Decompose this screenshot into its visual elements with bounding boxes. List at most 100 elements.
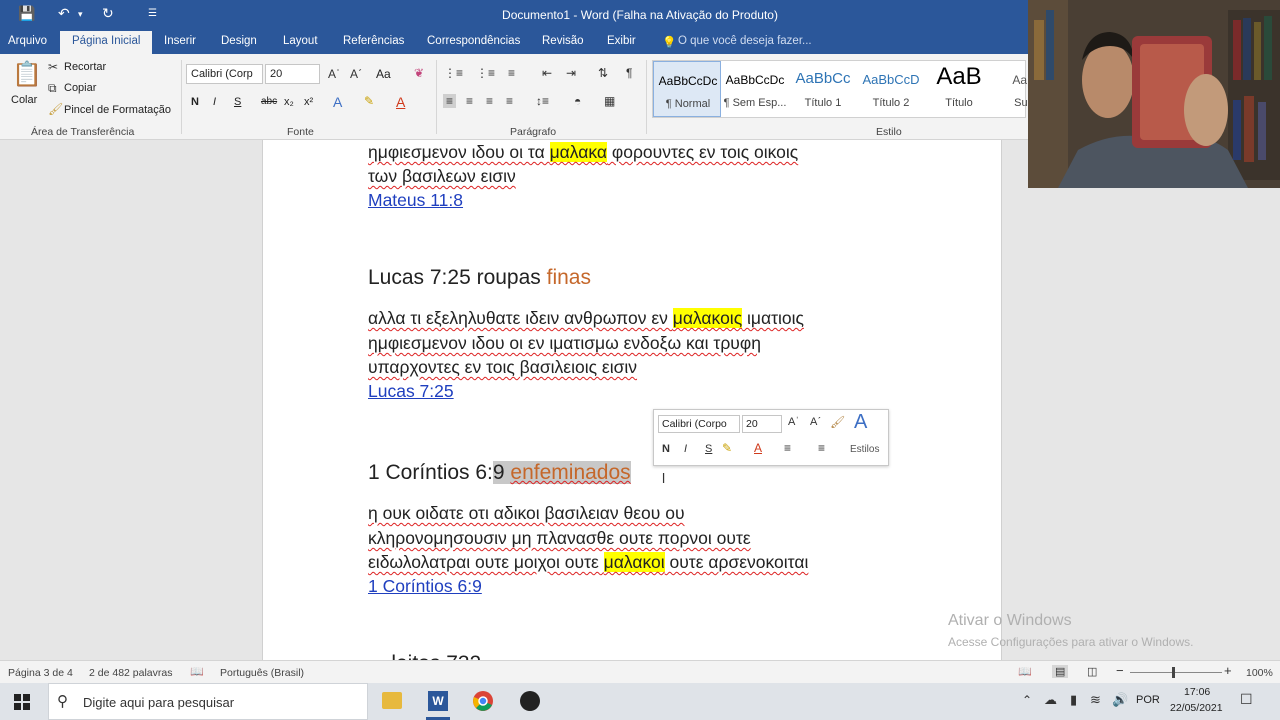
- clock-date[interactable]: 22/05/2021: [1170, 702, 1223, 714]
- section-heading: 1 Coríntios 6:9 enfeminados: [368, 461, 631, 485]
- scissors-icon[interactable]: ✂: [48, 60, 58, 74]
- bullets-icon[interactable]: ⋮≡: [444, 66, 463, 80]
- subscript-button[interactable]: x₂: [284, 96, 294, 108]
- font-name-box[interactable]: Calibri (Corp: [186, 64, 263, 84]
- tab-design[interactable]: Design: [221, 35, 257, 47]
- zoom-out-icon[interactable]: −: [1116, 663, 1124, 678]
- superscript-button[interactable]: x²: [304, 96, 313, 108]
- tab-arquivo[interactable]: Arquivo: [8, 35, 47, 47]
- format-painter-icon[interactable]: 🖌: [830, 415, 845, 429]
- wifi-icon[interactable]: ≋: [1090, 692, 1101, 708]
- print-layout-icon[interactable]: ▤: [1052, 665, 1069, 678]
- mini-size-box[interactable]: 20: [742, 415, 782, 433]
- increase-indent-icon[interactable]: ⇥: [566, 66, 576, 80]
- font-color-icon[interactable]: A: [754, 441, 762, 455]
- document-page[interactable]: ημφιεσμενον ιδου οι τα μαλακα φορουντες …: [262, 140, 1002, 660]
- tab-layout[interactable]: Layout: [283, 35, 318, 47]
- style-heading-1[interactable]: AaBbCc Título 1: [789, 61, 857, 117]
- tab-revisao[interactable]: Revisão: [542, 35, 584, 47]
- numbering-icon[interactable]: ≡: [818, 441, 825, 455]
- borders-icon[interactable]: ▦: [604, 94, 615, 108]
- bullets-icon[interactable]: ≡: [784, 441, 791, 455]
- tab-inserir[interactable]: Inserir: [164, 35, 196, 47]
- align-center-icon[interactable]: ≡: [466, 94, 473, 108]
- italic-button[interactable]: I: [213, 96, 216, 108]
- windows-start-icon[interactable]: [14, 694, 30, 710]
- decrease-indent-icon[interactable]: ⇤: [542, 66, 552, 80]
- underline-icon[interactable]: S: [705, 443, 712, 455]
- shrink-font-icon[interactable]: Aˊ: [810, 416, 821, 428]
- justify-icon[interactable]: ≡: [506, 94, 513, 108]
- change-case-button[interactable]: Aa: [376, 67, 391, 81]
- tell-me-field[interactable]: O que você deseja fazer...: [678, 35, 812, 47]
- clock-time[interactable]: 17:06: [1184, 686, 1210, 698]
- italic-icon[interactable]: I: [684, 443, 687, 455]
- style-title[interactable]: AaB Título: [925, 61, 993, 117]
- paste-button[interactable]: Colar: [11, 94, 37, 106]
- brush-icon[interactable]: 🖌: [48, 102, 63, 116]
- battery-icon[interactable]: ▮: [1070, 692, 1077, 708]
- reference-link[interactable]: 1 Coríntios 6:9: [368, 576, 482, 597]
- text-effects-icon[interactable]: A: [333, 94, 342, 110]
- web-layout-icon[interactable]: ◫: [1087, 665, 1097, 678]
- zoom-in-icon[interactable]: +: [1224, 663, 1232, 678]
- onedrive-icon[interactable]: ☁: [1044, 692, 1057, 708]
- language-indicator[interactable]: Português (Brasil): [220, 667, 304, 679]
- strikethrough-button[interactable]: abc: [261, 96, 277, 107]
- shading-icon[interactable]: ◓: [574, 94, 581, 108]
- copy-button[interactable]: Copiar: [64, 82, 96, 94]
- multilevel-list-icon[interactable]: ≡: [508, 66, 515, 80]
- reference-link[interactable]: Lucas 7:25: [368, 381, 454, 402]
- highlight-icon[interactable]: ✎: [364, 94, 374, 108]
- shrink-font-icon[interactable]: Aˊ: [350, 67, 362, 81]
- style-normal[interactable]: AaBbCcDc ¶ Normal: [653, 61, 721, 117]
- clear-format-icon[interactable]: ❦: [414, 66, 424, 80]
- file-explorer-icon[interactable]: [382, 692, 402, 709]
- proofing-icon[interactable]: 📖: [190, 665, 204, 678]
- bold-button[interactable]: N: [191, 96, 199, 108]
- pilcrow-icon[interactable]: ¶: [626, 66, 632, 80]
- read-mode-icon[interactable]: 📖: [1018, 665, 1032, 678]
- word-count[interactable]: 2 de 482 palavras: [89, 667, 172, 679]
- style-name: ¶ Sem Esp...: [723, 97, 787, 109]
- volume-icon[interactable]: 🔊: [1112, 692, 1128, 708]
- sort-icon[interactable]: ⇅: [598, 66, 608, 80]
- obs-icon[interactable]: [520, 691, 540, 711]
- style-heading-2[interactable]: AaBbCcD Título 2: [857, 61, 925, 117]
- notifications-icon[interactable]: ☐: [1240, 691, 1253, 708]
- page-count[interactable]: Página 3 de 4: [8, 667, 73, 679]
- styles-icon[interactable]: A: [854, 411, 867, 434]
- tab-correspondencias[interactable]: Correspondências: [427, 35, 520, 47]
- grow-font-icon[interactable]: Aˈ: [788, 416, 799, 428]
- zoom-level[interactable]: 100%: [1246, 667, 1273, 679]
- reference-link[interactable]: Mateus 11:8: [368, 190, 463, 211]
- zoom-slider-thumb[interactable]: [1172, 667, 1175, 678]
- underline-button[interactable]: S: [234, 96, 241, 108]
- clipboard-icon[interactable]: 📋: [12, 60, 42, 89]
- line-spacing-icon[interactable]: ↕≡: [536, 94, 549, 108]
- chrome-icon[interactable]: [473, 691, 493, 711]
- align-left-icon[interactable]: ≡: [443, 94, 457, 108]
- tab-pagina-inicial[interactable]: Página Inicial: [60, 31, 153, 54]
- tab-exibir[interactable]: Exibir: [607, 35, 636, 47]
- word-icon[interactable]: W: [428, 691, 448, 711]
- doc-line: ημφιεσμενον ιδου οι εν ιματισμω ενδοξω κ…: [368, 333, 761, 353]
- grow-font-icon[interactable]: Aˈ: [328, 67, 340, 81]
- numbering-icon[interactable]: ⋮≡: [476, 66, 495, 80]
- chevron-up-icon[interactable]: ⌃: [1022, 693, 1032, 707]
- font-color-icon[interactable]: A: [396, 94, 405, 110]
- style-subtitle[interactable]: AaBb Subtí: [993, 61, 1027, 117]
- keyboard-language[interactable]: POR: [1136, 694, 1160, 706]
- style-no-spacing[interactable]: AaBbCcDc ¶ Sem Esp...: [721, 61, 789, 117]
- format-painter-button[interactable]: Pincel de Formatação: [64, 104, 171, 116]
- zoom-slider[interactable]: [1130, 672, 1222, 673]
- bold-icon[interactable]: N: [662, 443, 670, 455]
- font-size-box[interactable]: 20: [265, 64, 320, 84]
- taskbar-search[interactable]: ⚲ Digite aqui para pesquisar: [48, 683, 368, 720]
- cut-button[interactable]: Recortar: [64, 61, 106, 73]
- align-right-icon[interactable]: ≡: [486, 94, 493, 108]
- copy-icon[interactable]: ⧉: [48, 81, 57, 96]
- mini-font-box[interactable]: Calibri (Corpo: [658, 415, 740, 433]
- highlight-icon[interactable]: ✎: [722, 441, 732, 455]
- tab-referencias[interactable]: Referências: [343, 35, 404, 47]
